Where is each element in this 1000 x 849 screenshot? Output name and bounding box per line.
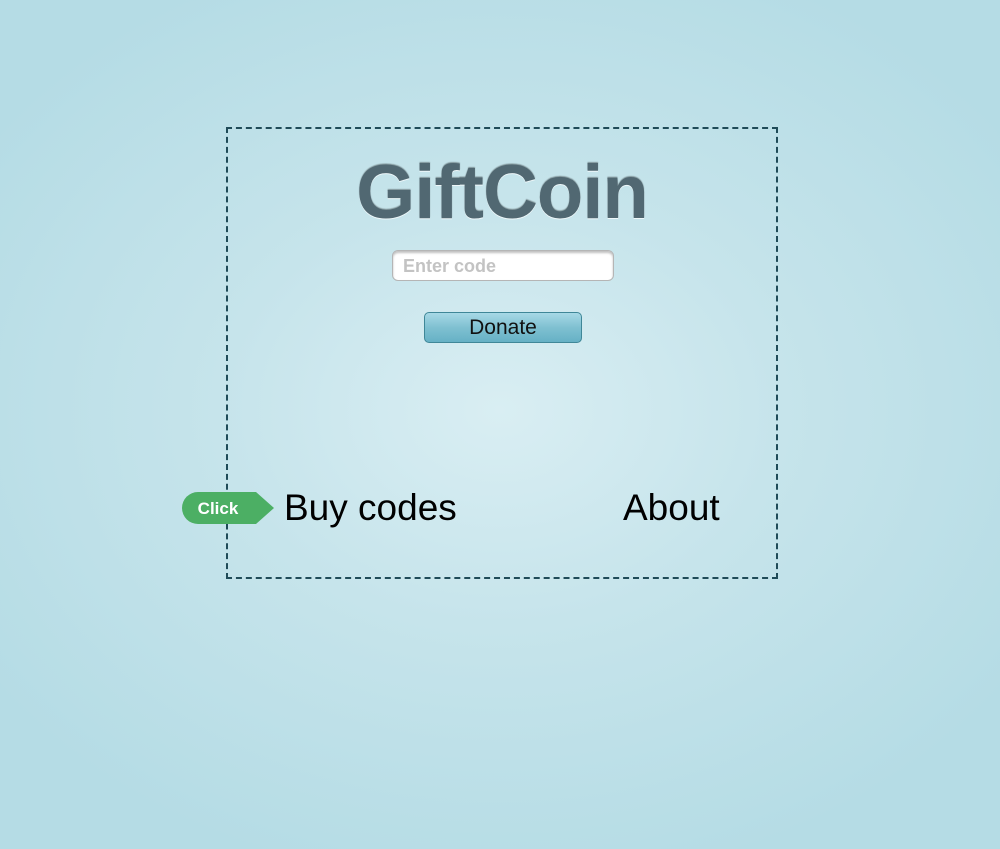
donate-button[interactable]: Donate: [424, 312, 582, 343]
site-logo: GiftCoin: [356, 150, 649, 235]
code-input[interactable]: [392, 250, 614, 281]
about-link[interactable]: About: [623, 488, 720, 528]
main-panel: GiftCoin Donate Buy codes About: [226, 127, 778, 579]
click-hint-label: Click: [197, 499, 239, 518]
buy-codes-link[interactable]: Buy codes: [284, 488, 457, 528]
click-hint-badge: Click: [182, 492, 274, 524]
